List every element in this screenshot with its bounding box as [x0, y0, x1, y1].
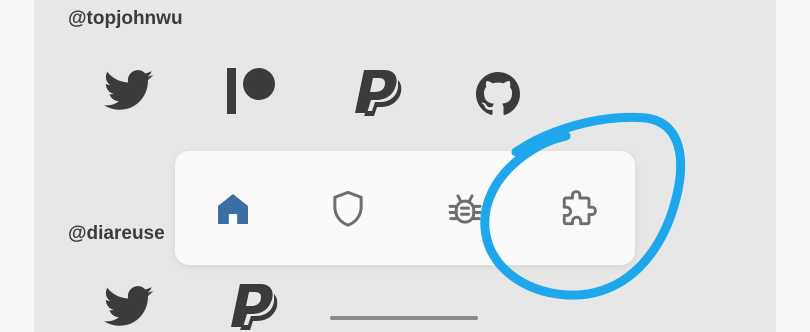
- nav-modules-tab[interactable]: [550, 181, 606, 237]
- patreon-icon[interactable]: [224, 66, 280, 116]
- bottom-navigation-bar: [175, 151, 635, 265]
- twitter-icon[interactable]: [104, 70, 154, 112]
- paypal-icon[interactable]: [350, 66, 406, 118]
- puzzle-icon: [562, 190, 597, 226]
- twitter-icon[interactable]: [104, 286, 154, 328]
- github-icon[interactable]: [476, 72, 520, 116]
- nav-logs-tab[interactable]: [437, 181, 493, 237]
- shield-icon: [333, 190, 363, 227]
- author-handle-topjohnwu: @topjohnwu: [68, 8, 183, 29]
- nav-superuser-tab[interactable]: [320, 181, 376, 237]
- nav-home-tab[interactable]: [205, 181, 261, 237]
- paypal-icon[interactable]: [226, 280, 282, 332]
- app-screen: @topjohnwu @diareuse: [0, 0, 810, 332]
- gesture-navigation-bar[interactable]: [330, 316, 478, 320]
- bug-icon: [448, 194, 482, 224]
- author-handle-diareuse: @diareuse: [68, 223, 165, 244]
- home-icon: [218, 194, 248, 224]
